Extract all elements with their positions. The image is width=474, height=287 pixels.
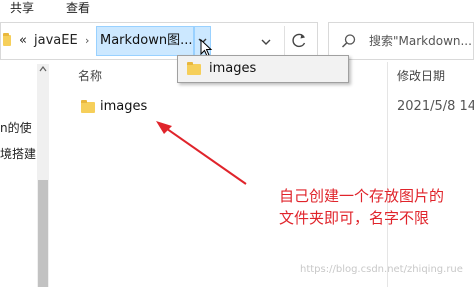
- file-modified: 2021/5/8 14: [397, 99, 474, 114]
- breadcrumb-javaee[interactable]: javaEE: [34, 31, 78, 51]
- breadcrumb-dropdown-menu: images: [177, 55, 349, 83]
- nav-item-fragment-1[interactable]: n的使: [0, 120, 32, 136]
- address-history-chevron-icon[interactable]: [259, 35, 273, 49]
- search-box[interactable]: 搜索"Markdown...: [328, 22, 474, 60]
- nav-scrollbar-thumb[interactable]: [38, 180, 48, 287]
- annotation-text: 自己创建一个存放图片的 文件夹即可，名字不限: [279, 185, 474, 229]
- folder-icon: [187, 62, 201, 75]
- annotation-arrow: [156, 121, 247, 185]
- annotation-line-1: 自己创建一个存放图片的: [279, 187, 445, 205]
- column-header-modified[interactable]: 修改日期: [397, 68, 445, 84]
- scroll-up-arrow-icon[interactable]: [38, 64, 48, 74]
- refresh-button[interactable]: [284, 26, 314, 56]
- address-root-chevron[interactable]: «: [19, 31, 27, 51]
- tab-view[interactable]: 查看: [66, 0, 90, 18]
- refresh-icon: [292, 33, 306, 48]
- watermark: https://blog.csdn.net/zhiqing.rue: [300, 264, 463, 275]
- breadcrumb-markdown[interactable]: Markdown图...: [100, 31, 193, 51]
- breadcrumb-separator[interactable]: ›: [85, 31, 89, 51]
- annotation-line-2: 文件夹即可，名字不限: [279, 209, 430, 227]
- search-icon: [341, 34, 356, 48]
- folder-icon: [81, 100, 95, 113]
- navigation-pane: [0, 60, 36, 287]
- file-row[interactable]: images 2021/5/8 14: [66, 96, 474, 118]
- nav-item-fragment-2[interactable]: 境搭建: [0, 146, 36, 162]
- file-name[interactable]: images: [100, 99, 147, 114]
- column-header-name[interactable]: 名称: [78, 68, 102, 84]
- tab-share[interactable]: 共享: [10, 0, 34, 18]
- folder-icon: [3, 33, 11, 46]
- dropdown-item-images[interactable]: images: [209, 61, 256, 76]
- search-placeholder: 搜索"Markdown...: [369, 34, 472, 48]
